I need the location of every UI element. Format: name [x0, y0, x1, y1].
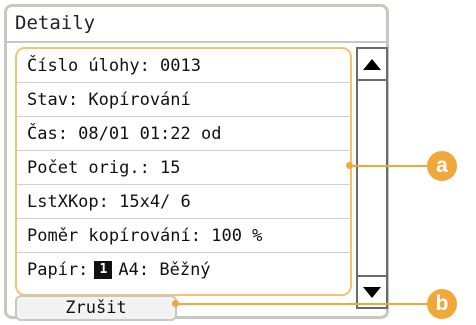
triangle-up-icon [363, 58, 381, 70]
scrollbar[interactable] [356, 47, 388, 309]
triangle-down-icon [363, 286, 381, 298]
callout-b-leader [175, 303, 430, 305]
cancel-button[interactable]: Zrušit [15, 295, 177, 321]
paper-label: Papír: [27, 260, 89, 280]
list-item-paper: Papír: 1 A4: Běžný [17, 253, 350, 287]
callout-b-dot [172, 300, 179, 307]
title-bar: Detaily [7, 7, 386, 43]
page-title: Detaily [15, 12, 96, 34]
callout-a-dot [346, 162, 353, 169]
paper-value: A4: Běžný [118, 260, 211, 280]
callout-a-badge: a [427, 151, 457, 181]
details-list: Číslo úlohy: 0013 Stav: Kopírování Čas: … [15, 47, 352, 296]
list-item: LstXKop: 15x4/ 6 [17, 185, 350, 219]
list-item: Počet orig.: 15 [17, 151, 350, 185]
details-panel: Detaily Číslo úlohy: 0013 Stav: Kopírová… [4, 4, 389, 321]
list-item: Číslo úlohy: 0013 [17, 49, 350, 83]
list-item: Čas: 08/01 01:22 od [17, 117, 350, 151]
callout-b-badge: b [427, 289, 457, 319]
list-item: Poměr kopírování: 100 % [17, 219, 350, 253]
paper-tray-icon: 1 [94, 261, 113, 279]
callout-a-leader [349, 165, 429, 167]
list-item: Stav: Kopírování [17, 83, 350, 117]
scroll-up-button[interactable] [358, 49, 386, 81]
